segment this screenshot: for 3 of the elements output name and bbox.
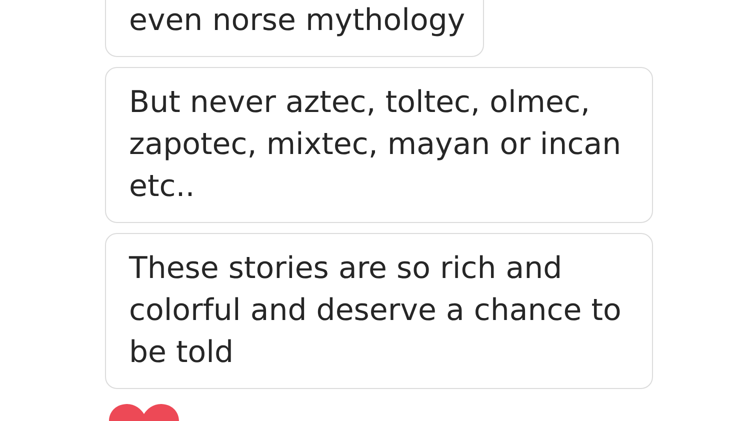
message-text: even norse mythology — [129, 2, 466, 40]
message-text: These stories are so rich and colorful and deserve a chance to be told — [129, 250, 622, 372]
message-text: But never aztec, toltec, olmec, zapotec, mixtec, mayan or incan etc.. — [129, 84, 622, 206]
